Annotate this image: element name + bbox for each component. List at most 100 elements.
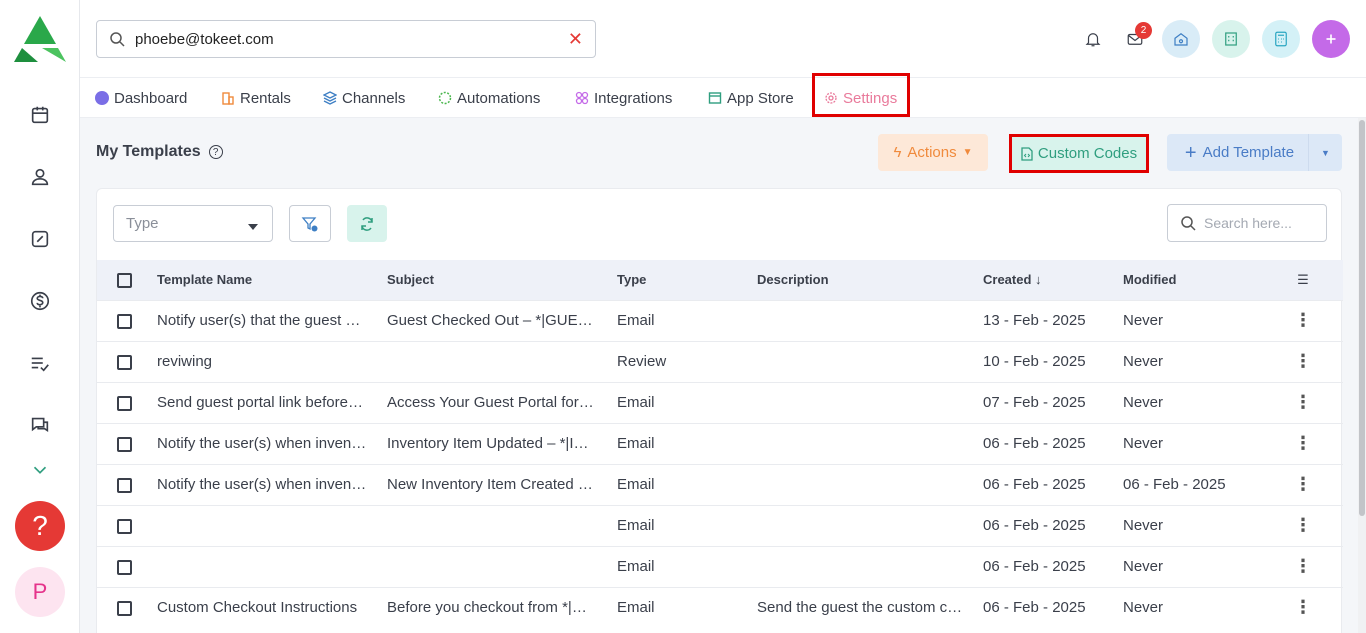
filter-clear-icon <box>301 216 318 231</box>
caret-down-icon: ▼ <box>962 147 973 158</box>
custom-codes-button[interactable]: Custom Codes <box>1009 134 1149 173</box>
cell-description: Send the guest the custom checkout instr… <box>757 599 983 617</box>
global-search-input[interactable]: phoebe@tokeet.com <box>135 31 568 48</box>
column-created[interactable]: Created ↓ <box>983 260 1123 300</box>
cell-created: 06 - Feb - 2025 <box>983 599 1086 617</box>
column-modified[interactable]: Modified <box>1123 260 1263 300</box>
bell-icon[interactable] <box>1078 20 1108 58</box>
mail-badge: 2 <box>1135 22 1152 39</box>
chevron-down-icon[interactable] <box>26 456 54 484</box>
left-sidebar: ? P <box>0 0 80 633</box>
table-row[interactable]: reviwing Review 10 - Feb - 2025 Never ⋮ <box>97 340 1343 382</box>
edit-icon[interactable] <box>26 225 54 253</box>
column-type[interactable]: Type <box>617 260 757 300</box>
cell-modified: Never <box>1123 353 1164 370</box>
row-checkbox[interactable] <box>117 518 132 534</box>
messages-icon[interactable] <box>26 411 54 439</box>
cell-modified: Never <box>1123 558 1164 575</box>
row-menu-icon[interactable]: ⋮ <box>1263 586 1343 628</box>
cell-type: Email <box>617 394 655 411</box>
table-search[interactable] <box>1167 204 1327 242</box>
tab-rentals[interactable]: Rentals <box>221 86 291 110</box>
cell-template-name: Notify the user(s) when inventory item i… <box>157 435 387 452</box>
column-template-name[interactable]: Template Name <box>157 260 387 300</box>
row-menu-icon[interactable]: ⋮ <box>1263 340 1343 382</box>
cell-created: 13 - Feb - 2025 <box>983 312 1086 329</box>
calendar-icon[interactable] <box>26 101 54 129</box>
cell-template-name: Send guest portal link before arrival <box>157 394 387 411</box>
select-all-checkbox[interactable] <box>117 272 132 288</box>
search-icon <box>1181 216 1196 231</box>
table-row[interactable]: Email 06 - Feb - 2025 Never ⋮ <box>97 545 1343 587</box>
table-row[interactable]: Notify user(s) that the guest has checke… <box>97 299 1343 341</box>
help-button[interactable]: ? <box>15 501 65 551</box>
row-menu-icon[interactable]: ⋮ <box>1263 422 1343 464</box>
clear-search-icon[interactable]: ✕ <box>568 29 583 50</box>
row-checkbox[interactable] <box>117 477 132 493</box>
dollar-icon[interactable] <box>26 287 54 315</box>
clear-filter-button[interactable] <box>289 205 331 242</box>
cell-subject: Inventory Item Updated – *|ITEM|* <box>387 435 615 452</box>
building-icon[interactable] <box>1212 20 1250 58</box>
row-menu-icon[interactable]: ⋮ <box>1263 504 1343 546</box>
task-list-icon[interactable] <box>26 349 54 377</box>
add-icon[interactable] <box>1312 20 1350 58</box>
scrollbar-thumb[interactable] <box>1359 120 1365 516</box>
column-description[interactable]: Description <box>757 260 983 300</box>
templates-card: Type Template Name Subject Type Descript… <box>96 188 1343 633</box>
row-menu-icon[interactable]: ⋮ <box>1263 545 1343 587</box>
tab-automations[interactable]: Automations <box>438 86 540 110</box>
app-logo[interactable] <box>12 14 68 64</box>
row-checkbox[interactable] <box>117 559 132 575</box>
tab-integrations[interactable]: Integrations <box>575 86 672 110</box>
tab-app-store[interactable]: App Store <box>708 86 794 110</box>
column-subject[interactable]: Subject <box>387 260 617 300</box>
type-filter-select[interactable]: Type <box>113 205 273 242</box>
row-menu-icon[interactable]: ⋮ <box>1263 463 1343 505</box>
column-menu-icon[interactable]: ☰ <box>1263 260 1343 300</box>
row-checkbox[interactable] <box>117 600 132 616</box>
table-search-input[interactable] <box>1204 215 1314 231</box>
cell-template-name: Notify the user(s) when inventory item i… <box>157 476 387 493</box>
row-menu-icon[interactable]: ⋮ <box>1263 299 1343 341</box>
table-row[interactable]: Email 06 - Feb - 2025 Never ⋮ <box>97 504 1343 546</box>
calculator-icon[interactable] <box>1262 20 1300 58</box>
cell-modified: Never <box>1123 312 1164 329</box>
actions-button[interactable]: ϟ Actions ▼ <box>878 134 988 171</box>
avatar[interactable]: P <box>15 567 65 617</box>
row-checkbox[interactable] <box>117 395 132 411</box>
table-row[interactable]: Notify the user(s) when inventory item i… <box>97 463 1343 505</box>
help-icon[interactable]: ? <box>208 145 223 159</box>
add-template-main[interactable]: + Add Template <box>1167 143 1308 163</box>
row-checkbox[interactable] <box>117 313 132 329</box>
cell-created: 06 - Feb - 2025 <box>983 517 1086 534</box>
tab-channels[interactable]: Channels <box>323 86 405 110</box>
tab-dashboard[interactable]: Dashboard <box>95 86 187 110</box>
row-checkbox[interactable] <box>117 354 132 370</box>
table-row[interactable]: Custom Checkout Instructions Before you c… <box>97 586 1343 628</box>
add-template-button[interactable]: + Add Template ▼ <box>1167 134 1342 171</box>
cell-type: Email <box>617 435 655 452</box>
cell-modified: Never <box>1123 394 1164 411</box>
templates-table: Template Name Subject Type Description C… <box>97 260 1343 628</box>
search-icon <box>110 32 125 47</box>
table-row[interactable]: Notify the user(s) when inventory item i… <box>97 422 1343 464</box>
global-search[interactable]: phoebe@tokeet.com ✕ <box>96 20 596 58</box>
wifi-home-icon[interactable] <box>1162 20 1200 58</box>
cell-modified: 06 - Feb - 2025 <box>1123 476 1226 493</box>
table-row[interactable]: Send guest portal link before arrival Acc… <box>97 381 1343 423</box>
add-template-dropdown[interactable]: ▼ <box>1308 134 1342 171</box>
refresh-button[interactable] <box>347 205 387 242</box>
sort-desc-icon: ↓ <box>1035 272 1042 288</box>
cell-subject: Access Your Guest Portal for your stay <box>387 394 617 411</box>
mail-icon[interactable]: 2 <box>1120 20 1152 58</box>
caret-down-icon <box>248 224 258 230</box>
cell-modified: Never <box>1123 517 1164 534</box>
cell-subject: Guest Checked Out – *|GUEST:NAME|* <box>387 312 617 329</box>
integrations-icon <box>575 91 589 105</box>
page-scrollbar[interactable] <box>1358 118 1366 633</box>
cell-type: Review <box>617 353 667 370</box>
row-checkbox[interactable] <box>117 436 132 452</box>
guests-icon[interactable] <box>26 163 54 191</box>
row-menu-icon[interactable]: ⋮ <box>1263 381 1343 423</box>
